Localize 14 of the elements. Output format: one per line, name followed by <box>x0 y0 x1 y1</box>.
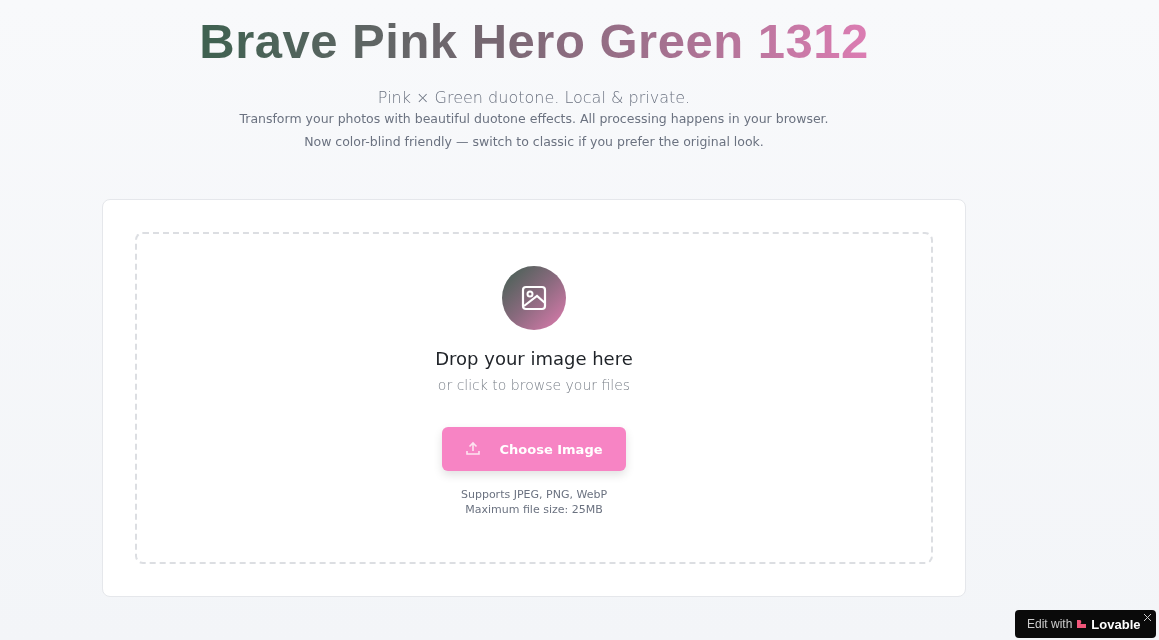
brand-name: Lovable <box>1091 616 1141 632</box>
format-note: Supports JPEG, PNG, WebP <box>460 487 608 502</box>
drop-subheading: or click to browse your files <box>437 377 631 393</box>
tagline: Pink × Green duotone. Local & private. <box>377 88 691 107</box>
edit-with-badge[interactable]: Edit with Lovable <box>1015 610 1156 638</box>
badge-text: Edit with <box>1027 617 1073 631</box>
drop-heading: Drop your image here <box>435 348 633 369</box>
drop-zone[interactable]: Drop your image here or click to browse your files Choose Image Supports JPEG, PNG, WebP Maximum file size: 25MB <box>135 232 933 564</box>
image-icon <box>502 266 566 330</box>
close-icon[interactable] <box>1144 614 1151 621</box>
upload-icon <box>465 441 482 457</box>
description-text: Transform your photos with beautiful duotone effects. All processing happens in your browser. <box>239 110 829 128</box>
format-note: Maximum file size: 25MB <box>465 502 603 517</box>
description-text: Now color-blind friendly — switch to classic if you prefer the original look. <box>304 133 764 151</box>
